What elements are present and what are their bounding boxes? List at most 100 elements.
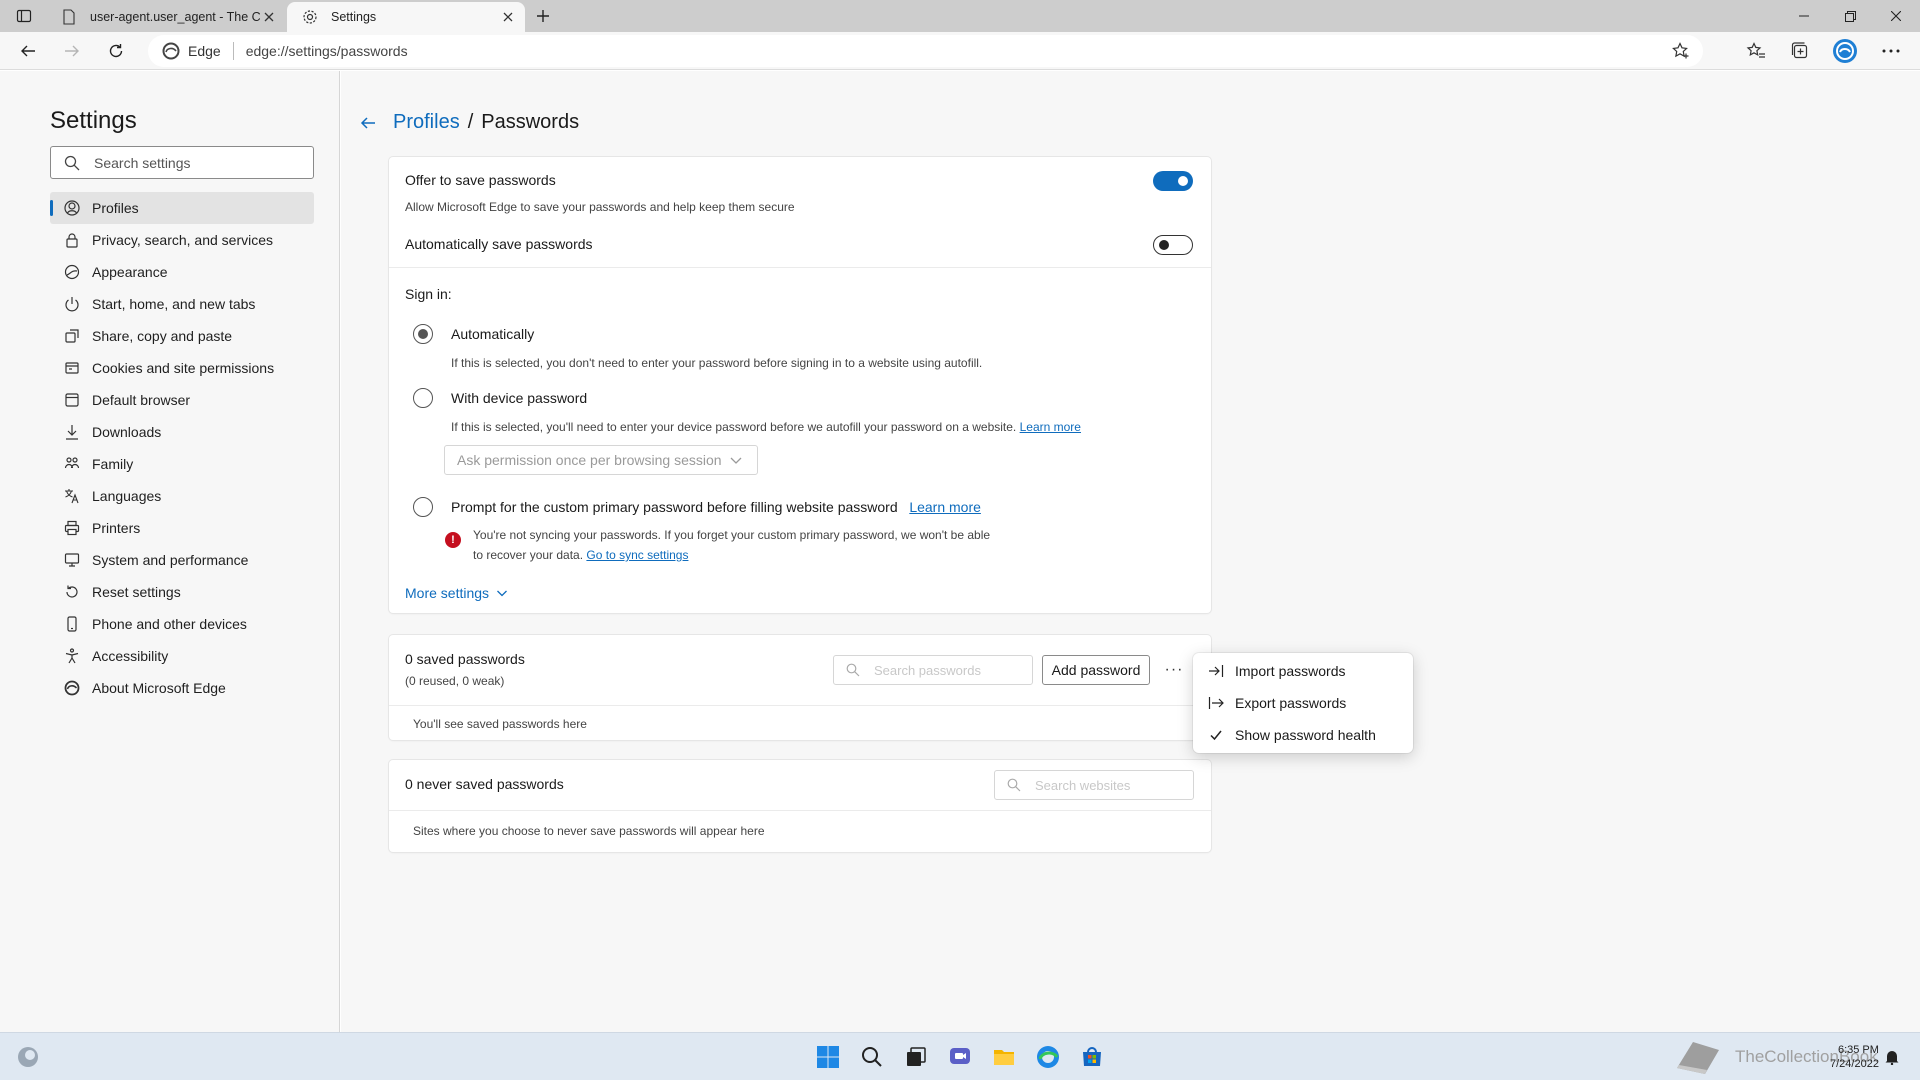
search-websites-box[interactable]: [994, 770, 1194, 800]
more-actions-button[interactable]: ···: [1160, 656, 1188, 684]
search-settings-box[interactable]: [50, 146, 314, 179]
learn-more-link[interactable]: Learn more: [1020, 420, 1081, 434]
widgets-icon[interactable]: [14, 1043, 42, 1071]
lock-icon: [63, 231, 81, 249]
close-icon[interactable]: [260, 8, 278, 26]
clock[interactable]: 6:35 PM 7/24/2022: [1830, 1043, 1879, 1071]
breadcrumb-profiles-link[interactable]: Profiles: [393, 111, 460, 134]
sidebar-item-profiles[interactable]: Profiles: [50, 192, 314, 224]
close-icon[interactable]: [499, 8, 517, 26]
device-password-description: If this is selected, you'll need to ente…: [451, 420, 1081, 434]
collections-icon[interactable]: [1785, 37, 1815, 65]
search-settings-input[interactable]: [94, 154, 294, 171]
restore-icon[interactable]: [1827, 0, 1873, 32]
menu-item-label: Export passwords: [1235, 695, 1347, 711]
cookies-icon: [63, 359, 81, 377]
automatically-label: Automatically: [451, 326, 535, 342]
back-icon[interactable]: [13, 37, 43, 65]
edge-taskbar-icon[interactable]: [1034, 1043, 1062, 1071]
menu-item-import[interactable]: Import passwords: [1193, 655, 1413, 687]
menu-item-export[interactable]: Export passwords: [1193, 687, 1413, 719]
sidebar-item-label: Default browser: [92, 392, 191, 408]
sidebar-item-default-browser[interactable]: Default browser: [50, 384, 314, 416]
more-settings-label: More settings: [405, 585, 490, 601]
sidebar-item-about[interactable]: About Microsoft Edge: [50, 672, 314, 704]
divider: [389, 810, 1211, 811]
offer-save-description: Allow Microsoft Edge to save your passwo…: [405, 200, 795, 214]
sidebar-item-start-home[interactable]: Start, home, and new tabs: [50, 288, 314, 320]
sidebar-item-printers[interactable]: Printers: [50, 512, 314, 544]
search-websites-input[interactable]: [1035, 777, 1155, 793]
share-icon: [63, 327, 81, 345]
search-icon[interactable]: [858, 1043, 886, 1071]
sidebar-item-share[interactable]: Share, copy and paste: [50, 320, 314, 352]
toggle-knob: [1159, 240, 1169, 250]
profile-avatar-icon[interactable]: [1830, 37, 1860, 65]
auto-save-toggle[interactable]: [1153, 235, 1193, 255]
sidebar-item-downloads[interactable]: Downloads: [50, 416, 314, 448]
search-passwords-input[interactable]: [874, 662, 994, 678]
add-favorite-icon[interactable]: [1671, 41, 1691, 61]
breadcrumb: Profiles / Passwords: [358, 111, 579, 134]
forward-icon[interactable]: [57, 37, 87, 65]
accessibility-icon: [63, 647, 81, 665]
learn-more-link[interactable]: Learn more: [909, 499, 981, 515]
minimize-icon[interactable]: [1781, 0, 1827, 32]
offer-save-label: Offer to save passwords: [405, 172, 556, 188]
sidebar-item-label: Family: [92, 456, 134, 472]
radio-device-password[interactable]: [413, 388, 433, 408]
sidebar-item-system[interactable]: System and performance: [50, 544, 314, 576]
address-bar[interactable]: Edge edge://settings/passwords: [148, 35, 1703, 67]
notification-bell-icon[interactable]: [1880, 1045, 1904, 1069]
saved-passwords-card: 0 saved passwords (0 reused, 0 weak) Add…: [389, 635, 1211, 740]
never-saved-title: 0 never saved passwords: [405, 776, 564, 792]
task-view-icon[interactable]: [902, 1043, 930, 1071]
edge-icon: [63, 679, 81, 697]
sidebar-item-label: Languages: [92, 488, 162, 504]
settings-more-icon[interactable]: [1876, 37, 1906, 65]
go-to-sync-settings-link[interactable]: Go to sync settings: [586, 548, 688, 562]
sidebar-item-languages[interactable]: Languages: [50, 480, 314, 512]
url-text[interactable]: edge://settings/passwords: [246, 43, 408, 59]
chevron-down-icon: [729, 453, 743, 467]
primary-password-label: Prompt for the custom primary password b…: [451, 499, 981, 515]
back-arrow-icon[interactable]: [358, 113, 378, 133]
edge-logo-icon: [162, 42, 180, 60]
browser-toolbar: Edge edge://settings/passwords: [0, 32, 1920, 70]
sync-warning-text: to recover your data.: [473, 548, 584, 562]
refresh-icon[interactable]: [101, 37, 131, 65]
search-icon: [846, 663, 860, 677]
sidebar-item-accessibility[interactable]: Accessibility: [50, 640, 314, 672]
file-explorer-icon[interactable]: [990, 1043, 1018, 1071]
clock-time: 6:35 PM: [1837, 1044, 1879, 1056]
sidebar-item-reset[interactable]: Reset settings: [50, 576, 314, 608]
more-settings-link[interactable]: More settings: [405, 585, 508, 601]
sidebar-item-family[interactable]: Family: [50, 448, 314, 480]
sidebar-item-appearance[interactable]: Appearance: [50, 256, 314, 288]
never-saved-card: 0 never saved passwords Sites where you …: [389, 760, 1211, 852]
auto-save-label: Automatically save passwords: [405, 236, 593, 252]
settings-title: Settings: [50, 107, 137, 134]
tab-settings[interactable]: Settings: [287, 2, 525, 32]
tab-user-agent[interactable]: user-agent.user_agent - The Coll: [46, 2, 286, 32]
start-icon[interactable]: [814, 1043, 842, 1071]
menu-item-show-health[interactable]: Show password health: [1193, 719, 1413, 751]
sidebar-item-phone[interactable]: Phone and other devices: [50, 608, 314, 640]
offer-save-toggle[interactable]: [1153, 171, 1193, 191]
browser-icon: [63, 391, 81, 409]
close-window-icon[interactable]: [1873, 0, 1919, 32]
new-tab-icon[interactable]: [530, 5, 556, 27]
sidebar-item-privacy[interactable]: Privacy, search, and services: [50, 224, 314, 256]
favorites-icon[interactable]: [1741, 37, 1771, 65]
sidebar-item-label: About Microsoft Edge: [92, 680, 226, 696]
radio-automatically[interactable]: [413, 324, 433, 344]
store-icon[interactable]: [1078, 1043, 1106, 1071]
add-password-button[interactable]: Add password: [1042, 655, 1150, 685]
tab-actions-icon[interactable]: [12, 5, 36, 27]
radio-primary-password[interactable]: [413, 497, 433, 517]
search-passwords-box[interactable]: [833, 655, 1033, 685]
chat-icon[interactable]: [946, 1043, 974, 1071]
sidebar-item-label: Printers: [92, 520, 141, 536]
appearance-icon: [63, 263, 81, 281]
sidebar-item-cookies[interactable]: Cookies and site permissions: [50, 352, 314, 384]
